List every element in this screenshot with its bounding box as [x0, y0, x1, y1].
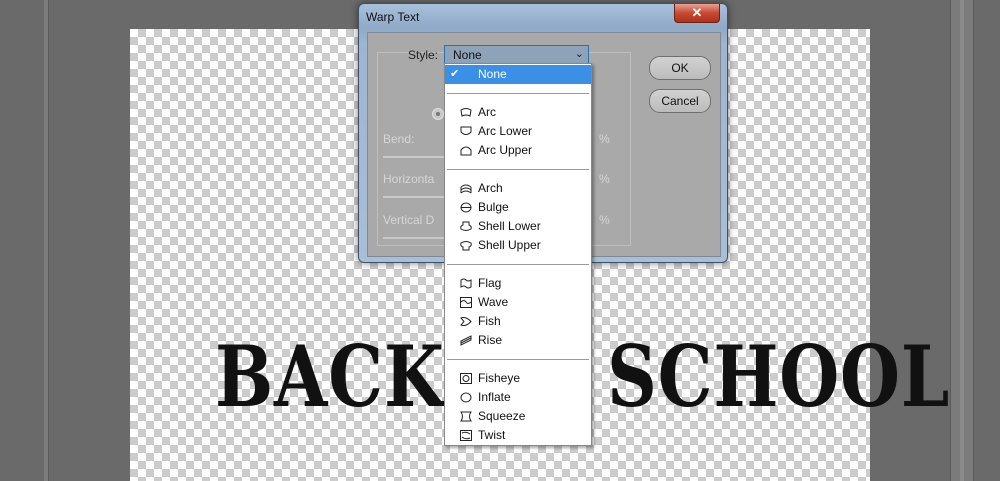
- wave-icon: [460, 297, 472, 308]
- style-label: Style:: [408, 48, 439, 62]
- dropdown-item-label: Twist: [478, 428, 506, 442]
- twist-icon: [460, 430, 472, 441]
- arc-icon: [460, 107, 472, 118]
- dropdown-item-none[interactable]: ✔ None: [445, 65, 591, 84]
- horizontal-percent: %: [599, 172, 610, 186]
- dropdown-item-label: Bulge: [478, 200, 509, 214]
- workspace: BACK TO SCHOOL Warp Text ✕ H Bend: % Hor…: [0, 0, 1000, 481]
- dropdown-item-fish[interactable]: Fish: [445, 312, 591, 331]
- dropdown-item-label: Flag: [478, 276, 502, 290]
- vertical-distortion-label: Vertical D: [383, 213, 435, 227]
- arch-icon: [460, 183, 472, 194]
- vertical-percent: %: [599, 213, 610, 227]
- horizontal-distortion-label: Horizonta: [383, 172, 435, 186]
- dropdown-item-fisheye[interactable]: Fisheye: [445, 369, 591, 388]
- dropdown-item-label: None: [478, 67, 507, 81]
- dropdown-item-label: Shell Lower: [478, 219, 541, 233]
- rise-icon: [460, 335, 472, 346]
- dropdown-item-arc-lower[interactable]: Arc Lower: [445, 122, 591, 141]
- dropdown-item-label: Arc Upper: [478, 143, 533, 157]
- fish-icon: [460, 316, 472, 327]
- dropdown-item-label: Fish: [478, 314, 501, 328]
- dropdown-item-arch[interactable]: Arch: [445, 179, 591, 198]
- menu-separator: [447, 169, 589, 170]
- menu-separator: [447, 93, 589, 94]
- squeeze-icon: [460, 411, 472, 422]
- dropdown-item-shell-lower[interactable]: Shell Lower: [445, 217, 591, 236]
- cancel-button[interactable]: Cancel: [649, 89, 711, 113]
- dropdown-item-label: Arc: [478, 105, 496, 119]
- bend-label: Bend:: [383, 132, 415, 146]
- orientation-radio-horizontal[interactable]: [432, 108, 444, 120]
- inflate-icon: [460, 392, 472, 403]
- dropdown-item-inflate[interactable]: Inflate: [445, 388, 591, 407]
- ok-button[interactable]: OK: [649, 56, 711, 80]
- dropdown-item-twist[interactable]: Twist: [445, 426, 591, 445]
- dropdown-item-label: Shell Upper: [478, 238, 541, 252]
- dropdown-item-label: Arc Lower: [478, 124, 533, 138]
- chevron-down-icon: ⌄: [574, 48, 584, 60]
- style-select[interactable]: None ⌄: [444, 45, 589, 64]
- dialog-title: Warp Text: [366, 10, 420, 24]
- style-dropdown-list: ✔ None Arc Arc Lower Arc Upper Arch Bulg…: [444, 63, 592, 446]
- arc-lower-icon: [460, 126, 472, 137]
- dropdown-item-label: Fisheye: [478, 371, 521, 385]
- dropdown-item-label: Arch: [478, 181, 503, 195]
- right-panel-scrollbar[interactable]: [950, 0, 974, 481]
- bulge-icon: [460, 202, 472, 213]
- fisheye-icon: [460, 373, 472, 384]
- arc-upper-icon: [460, 145, 472, 156]
- dropdown-item-bulge[interactable]: Bulge: [445, 198, 591, 217]
- left-panel-edge: [44, 0, 49, 481]
- dropdown-item-squeeze[interactable]: Squeeze: [445, 407, 591, 426]
- dropdown-item-label: Squeeze: [478, 409, 526, 423]
- dropdown-item-arc[interactable]: Arc: [445, 103, 591, 122]
- shell-lower-icon: [460, 221, 472, 232]
- dropdown-item-rise[interactable]: Rise: [445, 331, 591, 350]
- bend-percent: %: [599, 132, 610, 146]
- dropdown-item-label: Wave: [478, 295, 509, 309]
- dropdown-item-flag[interactable]: Flag: [445, 274, 591, 293]
- dropdown-item-wave[interactable]: Wave: [445, 293, 591, 312]
- style-select-value: None: [453, 48, 482, 62]
- dropdown-item-label: Rise: [478, 333, 503, 347]
- dropdown-item-shell-upper[interactable]: Shell Upper: [445, 236, 591, 255]
- shell-upper-icon: [460, 240, 472, 251]
- checkmark-icon: ✔: [450, 68, 460, 80]
- dropdown-item-label: Inflate: [478, 390, 511, 404]
- menu-separator: [447, 359, 589, 360]
- close-button[interactable]: ✕: [674, 4, 720, 23]
- flag-icon: [460, 278, 472, 289]
- menu-separator: [447, 264, 589, 265]
- dropdown-item-arc-upper[interactable]: Arc Upper: [445, 141, 591, 160]
